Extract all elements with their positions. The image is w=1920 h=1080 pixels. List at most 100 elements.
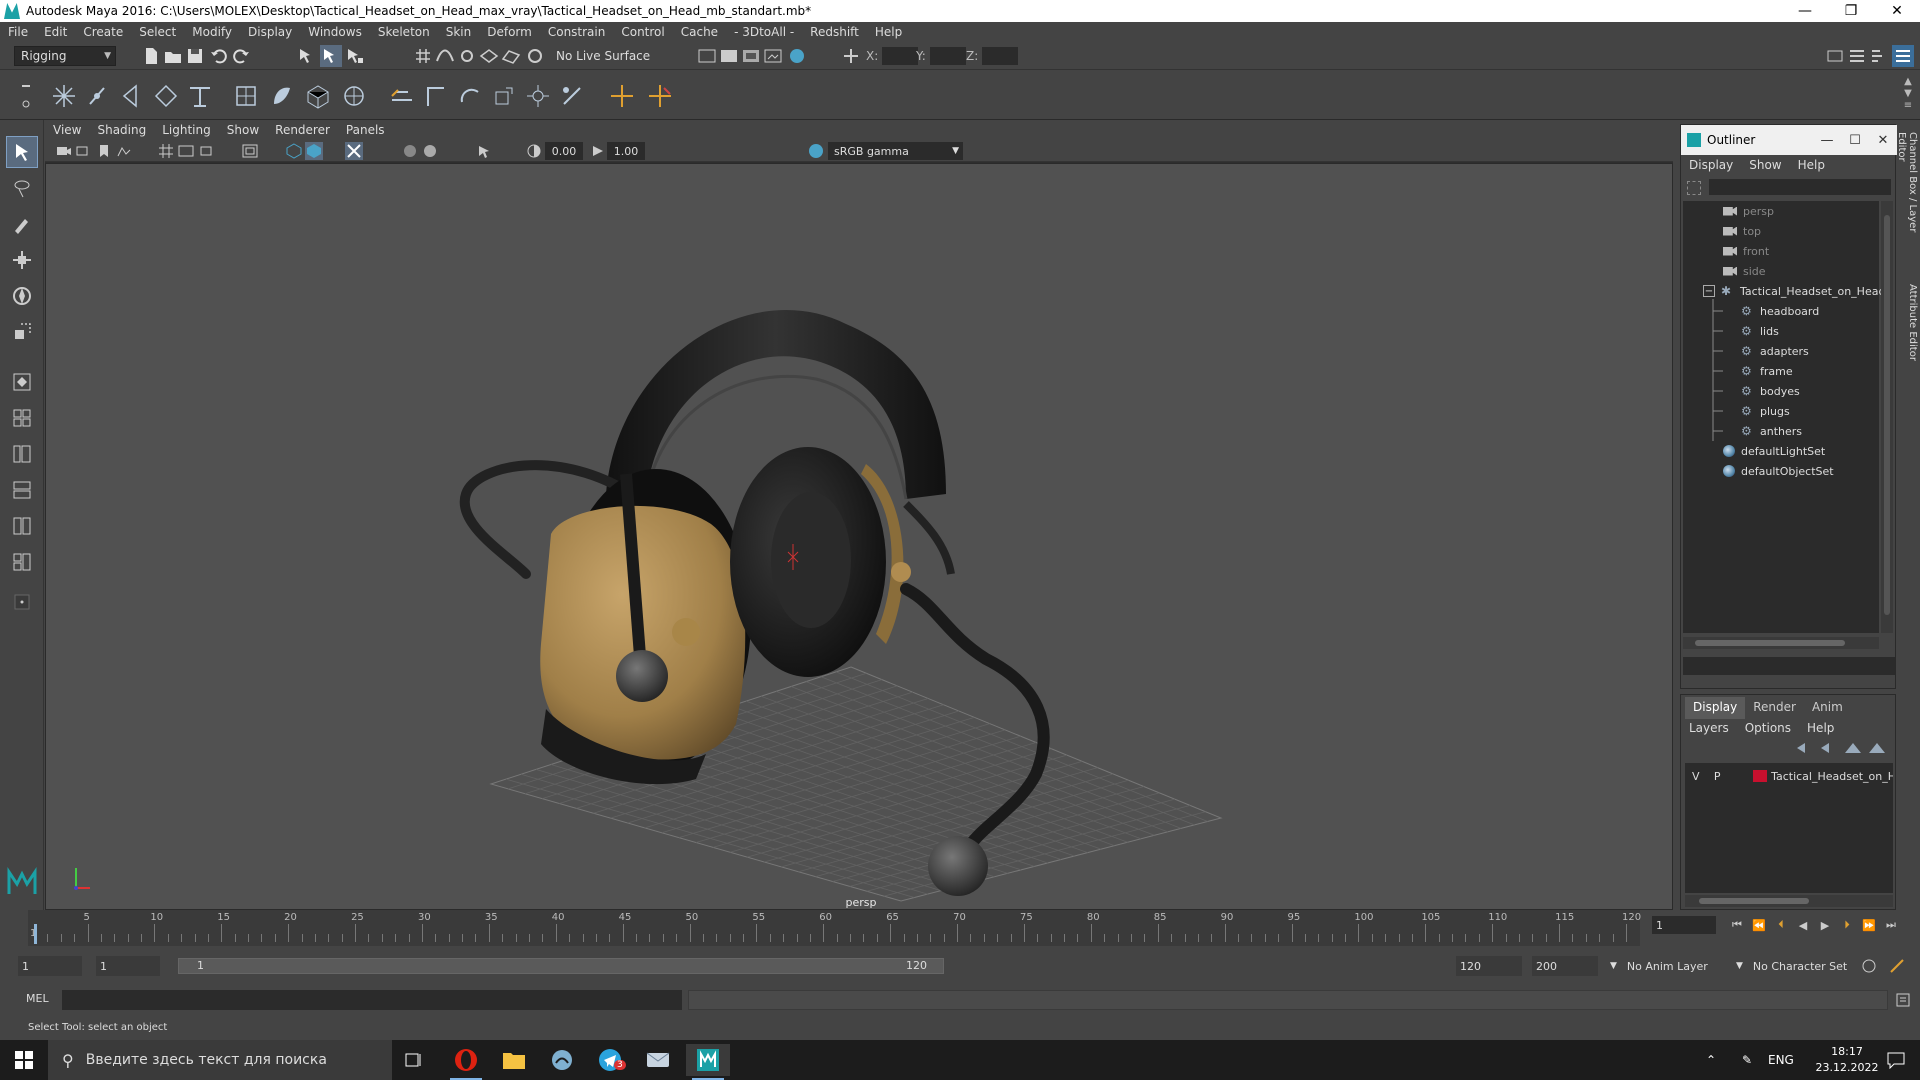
taskbar-search-input[interactable]: ⚲ Введите здесь текст для поиска [48,1040,392,1080]
modeling-toolkit-icon[interactable] [1824,45,1846,67]
time-slider[interactable]: 1510152025303540455055606570758085909510… [0,910,1920,946]
snap-surface-icon[interactable] [500,45,522,67]
menu-set-dropdown[interactable]: Rigging ▼ [14,46,116,66]
layer-visibility-toggle[interactable]: V [1685,770,1706,783]
shelf-options-icon[interactable] [14,78,38,112]
aim-constraint-icon[interactable] [524,82,552,110]
step-forward-key-icon[interactable]: ⏩ [1860,916,1878,934]
lattice-icon[interactable] [304,82,332,110]
exposure-icon[interactable] [525,142,543,160]
bind-skin-icon[interactable] [232,82,260,110]
menu-skin[interactable]: Skin [438,25,480,39]
menu-control[interactable]: Control [613,25,672,39]
menu-skeleton[interactable]: Skeleton [370,25,438,39]
outliner-item-side[interactable]: side [1723,261,1766,281]
filter-icon[interactable] [1687,181,1701,195]
outliner-vertical-scrollbar[interactable] [1881,201,1893,633]
task-view-icon[interactable] [392,1044,436,1076]
menu-redshift[interactable]: Redshift [802,25,867,39]
make-live-icon[interactable] [524,45,546,67]
outliner-item-plugs[interactable]: ⚙ plugs [1741,401,1790,421]
shadows-icon[interactable] [401,142,419,160]
move-tool-icon[interactable] [6,244,38,276]
ik-handle-icon[interactable] [186,82,214,110]
hypershade-layout-icon[interactable] [6,510,38,542]
attribute-editor-toggle-icon[interactable] [1846,45,1868,67]
gamma-icon[interactable] [589,142,607,160]
locator-icon[interactable] [608,82,636,110]
xray-icon[interactable] [345,142,363,160]
paint-select-tool-icon[interactable] [6,208,38,240]
z-coordinate-field[interactable]: Z: [966,46,1019,66]
mirror-joint-icon[interactable] [118,82,146,110]
step-back-key-icon[interactable]: ⏪ [1750,916,1768,934]
cluster-deformer-icon[interactable] [646,82,674,110]
step-back-frame-icon[interactable]: ⏴ [1772,916,1790,934]
outliner-search-input[interactable] [1709,179,1891,195]
color-management-icon[interactable] [807,142,825,160]
redo-icon[interactable] [230,45,252,67]
telegram-icon[interactable]: 3 [588,1044,632,1076]
single-perspective-layout-icon[interactable] [6,366,38,398]
panel-menu-shading[interactable]: Shading [89,123,154,137]
ai-app-icon[interactable] [540,1044,584,1076]
close-button[interactable]: ✕ [1869,133,1897,148]
menu-3dtoall[interactable]: - 3DtoAll - [726,25,802,39]
tray-overflow-icon[interactable]: ⌃ [1706,1040,1716,1080]
resolution-gate-icon[interactable] [197,142,215,160]
isolate-select-icon[interactable] [475,142,493,160]
gamma-field[interactable]: 1.00 [607,142,645,160]
layer-name[interactable]: Tactical_Headset_on_H [1771,770,1893,783]
panel-menu-show[interactable]: Show [219,123,267,137]
layer-menu-options[interactable]: Options [1737,721,1799,735]
script-editor-icon[interactable] [1894,991,1912,1009]
layer-menu-layers[interactable]: Layers [1681,721,1737,735]
wireframe-icon[interactable] [285,142,303,160]
menu-deform[interactable]: Deform [479,25,540,39]
cluster-icon[interactable] [340,82,368,110]
opera-browser-icon[interactable] [444,1044,488,1080]
outliner-menu-help[interactable]: Help [1790,158,1833,172]
outliner-item-default-object-set[interactable]: defaultObjectSet [1723,461,1834,481]
pen-workspace-icon[interactable]: ✎ [1742,1040,1752,1080]
safe-action-icon[interactable] [241,142,259,160]
y-coordinate-field[interactable]: Y: [916,46,966,66]
menu-modify[interactable]: Modify [184,25,240,39]
play-backwards-icon[interactable]: ◀ [1794,916,1812,934]
panel-menu-lighting[interactable]: Lighting [154,123,219,137]
windows-start-icon[interactable] [0,1040,48,1080]
tab-render[interactable]: Render [1745,697,1804,719]
paint-weights-icon[interactable] [268,82,296,110]
parent-constraint-icon[interactable] [388,82,416,110]
command-language-label[interactable]: MEL [26,992,49,1005]
range-bar[interactable]: 1 120 [178,958,944,974]
image-plane-icon[interactable] [115,142,133,160]
animation-preferences-icon[interactable] [1888,957,1906,975]
command-input[interactable] [62,990,682,1010]
undo-icon[interactable] [208,45,230,67]
rotate-tool-icon[interactable] [6,280,38,312]
create-joints-icon[interactable] [50,82,78,110]
layer-row[interactable]: V P Tactical_Headset_on_H [1685,767,1893,785]
outliner-layout-icon[interactable] [6,546,38,578]
maya-taskbar-icon[interactable] [686,1044,730,1080]
four-view-layout-icon[interactable] [6,402,38,434]
menu-file[interactable]: File [0,25,36,39]
minimize-button[interactable]: — [1782,0,1828,22]
system-clock[interactable]: 18:17 23.12.2022 [1812,1044,1882,1076]
playback-end-field[interactable]: 120 [1456,956,1522,976]
layer-action-icons[interactable] [1793,739,1889,757]
input-language-indicator[interactable]: ENG [1768,1040,1794,1080]
select-component-icon[interactable] [344,45,366,67]
layer-playback-toggle[interactable]: P [1706,770,1727,783]
playback-start-field[interactable]: 1 [96,956,160,976]
outliner-item-adapters[interactable]: ⚙ adapters [1741,341,1809,361]
outliner-command-field[interactable] [1683,657,1895,675]
tool-settings-toggle-icon[interactable] [1868,45,1890,67]
persp-graph-layout-icon[interactable] [6,474,38,506]
render-settings-icon[interactable] [696,45,718,67]
outliner-item-front[interactable]: front [1723,241,1769,261]
bookmarks-icon[interactable] [95,142,113,160]
restore-button[interactable]: ❐ [1828,0,1874,22]
save-scene-icon[interactable] [184,45,206,67]
